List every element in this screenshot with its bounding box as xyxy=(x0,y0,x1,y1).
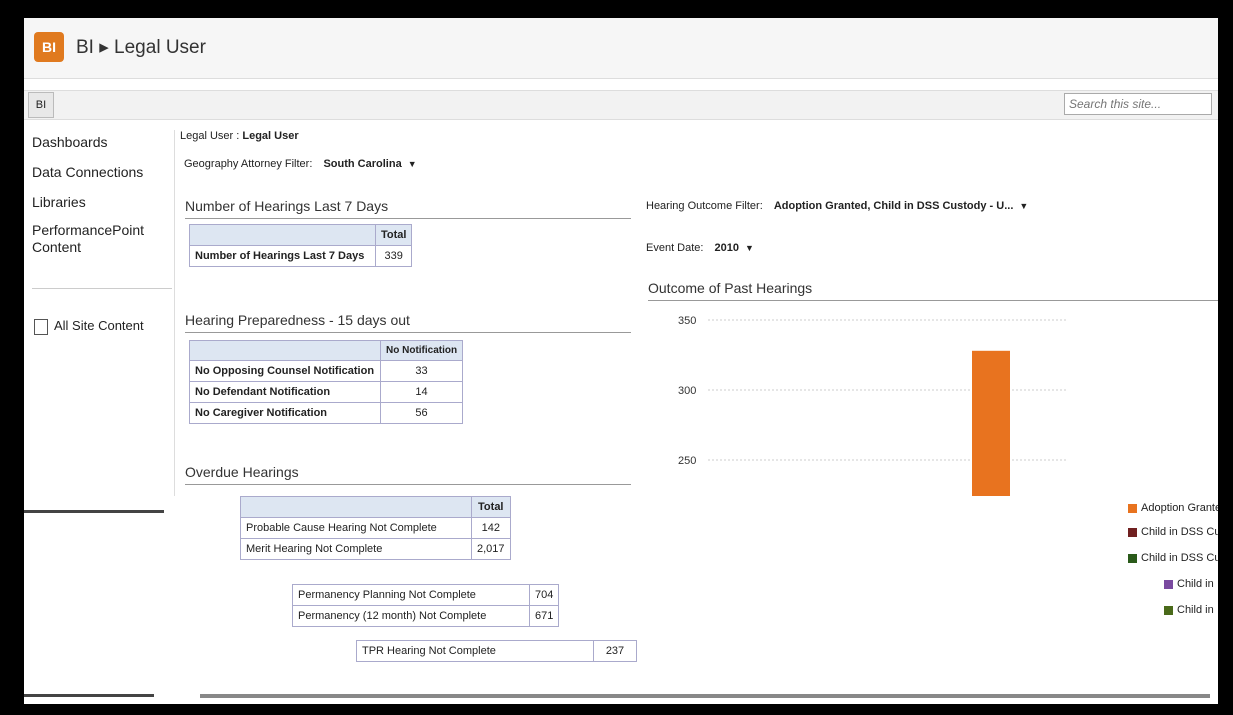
legend-swatch xyxy=(1164,605,1173,615)
scrollbar-fragment xyxy=(24,510,164,513)
event-date-filter[interactable]: Event Date: 2010 ▼ xyxy=(646,242,754,254)
column-header: Total xyxy=(471,496,511,518)
user-line: Legal User : Legal User xyxy=(180,130,299,142)
legend-swatch xyxy=(1128,553,1137,563)
geography-filter-value[interactable]: South Carolina xyxy=(323,158,401,170)
table-row-value[interactable]: 704 xyxy=(528,584,560,606)
table-row-value[interactable]: 237 xyxy=(593,640,637,662)
legend-swatch xyxy=(1164,579,1173,589)
overdue-section-title: Overdue Hearings xyxy=(185,464,631,485)
all-site-content-label: All Site Content xyxy=(54,318,144,333)
legend-label: Child in xyxy=(1177,604,1214,616)
row-value[interactable]: 339 xyxy=(374,245,413,267)
legend-label: Adoption Granted xyxy=(1141,502,1218,514)
table-row-value[interactable]: 14 xyxy=(379,381,464,403)
all-site-content-link[interactable]: All Site Content xyxy=(34,318,144,335)
column-header: No Notification xyxy=(379,340,464,361)
document-icon xyxy=(34,318,48,335)
overdue-table-shifted-2: TPR Hearing Not Complete 237 xyxy=(356,640,637,662)
legend-item[interactable]: Adoption Granted xyxy=(1128,502,1218,514)
legend-item[interactable]: Child in xyxy=(1164,604,1214,616)
hearing-outcome-filter-value[interactable]: Adoption Granted, Child in DSS Custody -… xyxy=(774,200,1014,212)
app-frame: BI BI ▸ Legal User BI Dashboards Data Co… xyxy=(24,18,1218,704)
table-row-label: Permanency (12 month) Not Complete xyxy=(292,605,530,627)
legend-label: Child in DSS Custody xyxy=(1141,552,1218,564)
table-row-label: Merit Hearing Not Complete xyxy=(240,538,472,560)
dropdown-arrow-icon[interactable]: ▼ xyxy=(745,243,754,253)
nav-item-dashboards[interactable]: Dashboards xyxy=(32,134,108,150)
hearings-section-title: Number of Hearings Last 7 Days xyxy=(185,198,631,219)
horizontal-scrollbar[interactable] xyxy=(200,694,1210,698)
table-row-label: Permanency Planning Not Complete xyxy=(292,584,530,606)
table-row-label: No Defendant Notification xyxy=(189,381,381,403)
legend-item[interactable]: Child in DSS Custody xyxy=(1128,552,1218,564)
legend-label: Child in DSS Custody xyxy=(1141,526,1218,538)
legend-swatch xyxy=(1128,503,1137,513)
hearings-table: Total Number of Hearings Last 7 Days 339 xyxy=(189,224,413,267)
scrollbar-fragment xyxy=(24,694,154,697)
row-label: Number of Hearings Last 7 Days xyxy=(189,245,376,267)
legend-item[interactable]: Child in xyxy=(1164,578,1214,590)
dropdown-arrow-icon[interactable]: ▼ xyxy=(408,159,417,169)
preparedness-section-title: Hearing Preparedness - 15 days out xyxy=(185,312,631,333)
overdue-table: Total Probable Cause Hearing Not Complet… xyxy=(240,496,511,560)
legend-item[interactable]: Child in DSS Custody xyxy=(1128,526,1218,538)
table-row-label: No Caregiver Notification xyxy=(189,402,381,424)
table-corner xyxy=(189,340,381,361)
nav-item-performancepoint-content[interactable]: PerformancePoint Content xyxy=(32,222,162,256)
y-tick-label: 350 xyxy=(678,315,696,327)
table-row-value[interactable]: 2,017 xyxy=(471,538,511,560)
table-row-label: No Opposing Counsel Notification xyxy=(189,360,381,382)
site-logo-icon[interactable]: BI xyxy=(34,32,64,62)
event-date-value[interactable]: 2010 xyxy=(715,242,739,254)
table-row-label: Probable Cause Hearing Not Complete xyxy=(240,517,472,539)
y-tick-label: 250 xyxy=(678,455,696,467)
column-header: Total xyxy=(374,224,413,246)
preparedness-table: No Notification No Opposing Counsel Noti… xyxy=(189,340,464,424)
torn-overlay xyxy=(24,496,1218,704)
user-label: Legal User : xyxy=(180,130,243,142)
legend-label: Child in xyxy=(1177,578,1214,590)
geography-filter[interactable]: Geography Attorney Filter: South Carolin… xyxy=(184,158,417,170)
table-row-value[interactable]: 33 xyxy=(379,360,464,382)
left-navigation: Dashboards Data Connections Libraries Pe… xyxy=(24,130,175,510)
event-date-label: Event Date: xyxy=(646,242,704,254)
nav-item-data-connections[interactable]: Data Connections xyxy=(32,164,143,180)
hearing-outcome-filter-label: Hearing Outcome Filter: xyxy=(646,200,763,212)
hearing-outcome-filter[interactable]: Hearing Outcome Filter: Adoption Granted… xyxy=(646,200,1028,212)
nav-item-libraries[interactable]: Libraries xyxy=(32,194,86,210)
table-row-value[interactable]: 56 xyxy=(379,402,464,424)
overdue-table-shifted: Permanency Planning Not Complete 704 Perm… xyxy=(292,584,560,627)
table-row-value[interactable]: 142 xyxy=(471,517,511,539)
table-corner xyxy=(189,224,376,246)
breadcrumb-bar: BI xyxy=(24,90,1218,120)
chart-title: Outcome of Past Hearings xyxy=(648,280,1218,301)
top-bar: BI BI ▸ Legal User xyxy=(24,18,1218,79)
site-title[interactable]: BI ▸ Legal User xyxy=(76,36,206,59)
y-tick-label: 300 xyxy=(678,385,696,397)
site-tab-bi[interactable]: BI xyxy=(28,92,54,118)
dropdown-arrow-icon[interactable]: ▼ xyxy=(1019,201,1028,211)
search-input[interactable] xyxy=(1064,93,1212,115)
nav-divider xyxy=(32,288,172,289)
legend-swatch xyxy=(1128,527,1137,537)
table-corner xyxy=(240,496,472,518)
user-value: Legal User xyxy=(242,130,299,142)
table-row-value[interactable]: 671 xyxy=(528,605,560,627)
geography-filter-label: Geography Attorney Filter: xyxy=(184,158,313,170)
table-row-label: TPR Hearing Not Complete xyxy=(356,640,594,662)
